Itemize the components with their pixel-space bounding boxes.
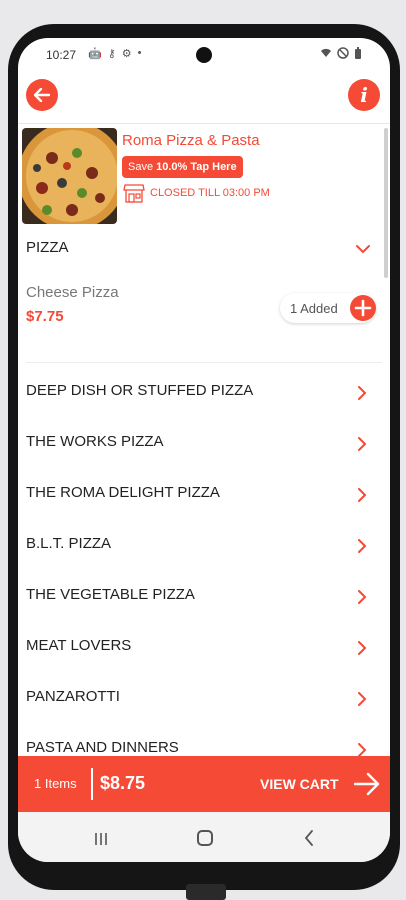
status-bar: 10:27 🤖 ⚷ ⚙ •: [18, 38, 390, 74]
add-item-button[interactable]: [350, 295, 376, 321]
open-status: CLOSED TILL 03:00 PM: [123, 182, 270, 204]
view-cart-button[interactable]: VIEW CART: [260, 776, 339, 792]
chevron-right-icon: [358, 641, 367, 655]
category-label: THE ROMA DELIGHT PIZZA: [26, 484, 220, 501]
category-label: THE VEGETABLE PIZZA: [26, 586, 195, 603]
dot-icon: •: [137, 47, 142, 59]
chevron-down-icon[interactable]: [356, 244, 370, 254]
status-left-icons: 🤖 ⚷ ⚙ •: [88, 47, 142, 60]
category-label: DEEP DISH OR STUFFED PIZZA: [26, 382, 254, 399]
scrollbar[interactable]: [384, 128, 388, 278]
chevron-right-icon: [358, 743, 367, 757]
cart-item-count: 1 Items: [34, 776, 77, 791]
category-label: THE WORKS PIZZA: [26, 433, 164, 450]
item-name[interactable]: Cheese Pizza: [26, 284, 119, 301]
category-item[interactable]: THE WORKS PIZZA: [18, 419, 390, 470]
save-amount: 10.0% Tap Here: [156, 161, 237, 173]
android-icon: 🤖: [88, 48, 102, 60]
plus-icon: [354, 299, 372, 317]
dnd-icon: [337, 47, 349, 59]
status-right-icons: [320, 47, 362, 59]
chevron-right-icon: [358, 437, 367, 451]
category-label: B.L.T. PIZZA: [26, 535, 112, 552]
home-icon[interactable]: [197, 830, 213, 846]
chevron-right-icon: [358, 386, 367, 400]
key-icon: ⚷: [107, 48, 116, 60]
save-prefix: Save: [128, 161, 154, 173]
gear-icon: ⚙: [121, 48, 132, 60]
category-label: PASTA AND DINNERS: [26, 739, 179, 756]
chevron-right-icon: [358, 692, 367, 706]
app-screen: 10:27 🤖 ⚷ ⚙ • i Roma Pizza & Pasta Save …: [18, 38, 390, 862]
category-item[interactable]: PANZAROTTI: [18, 674, 390, 725]
wifi-icon: [321, 48, 331, 57]
added-count: 1 Added: [290, 301, 338, 316]
arrow-left-icon: [34, 88, 50, 102]
battery-icon: [355, 47, 361, 59]
info-button[interactable]: i: [348, 79, 380, 111]
cable-stub: [186, 884, 226, 900]
arrow-right-icon[interactable]: [354, 772, 380, 796]
category-item[interactable]: B.L.T. PIZZA: [18, 521, 390, 572]
info-icon: i: [360, 83, 368, 107]
header-divider: [18, 123, 390, 124]
category-item[interactable]: MEAT LOVERS: [18, 623, 390, 674]
category-item[interactable]: DEEP DISH OR STUFFED PIZZA: [18, 368, 390, 419]
nav-back-icon[interactable]: [304, 830, 314, 846]
category-label: PANZAROTTI: [26, 688, 120, 705]
camera-cutout: [196, 47, 212, 63]
cart-total: $8.75: [100, 773, 146, 793]
system-nav-bar: [18, 812, 390, 862]
chevron-right-icon: [358, 488, 367, 502]
chevron-right-icon: [358, 539, 367, 553]
section-title[interactable]: PIZZA: [26, 239, 69, 256]
category-item[interactable]: THE ROMA DELIGHT PIZZA: [18, 470, 390, 521]
restaurant-name: Roma Pizza & Pasta: [122, 132, 260, 149]
section-divider: [26, 362, 382, 363]
cart-separator: [91, 768, 93, 800]
back-button[interactable]: [26, 79, 58, 111]
added-quantity-pill[interactable]: 1 Added: [280, 293, 376, 323]
recent-apps-icon[interactable]: [94, 832, 108, 846]
cart-bar[interactable]: 1 Items $8.75 VIEW CART: [18, 756, 390, 812]
restaurant-image: [22, 128, 117, 224]
closed-status-text: CLOSED TILL 03:00 PM: [150, 187, 270, 199]
category-item[interactable]: THE VEGETABLE PIZZA: [18, 572, 390, 623]
item-price: $7.75: [26, 308, 64, 325]
status-time: 10:27: [46, 48, 77, 62]
save-offer-badge[interactable]: Save 10.0% Tap Here: [122, 156, 243, 178]
chevron-right-icon: [358, 590, 367, 604]
store-icon: [123, 184, 145, 203]
category-label: MEAT LOVERS: [26, 637, 132, 654]
